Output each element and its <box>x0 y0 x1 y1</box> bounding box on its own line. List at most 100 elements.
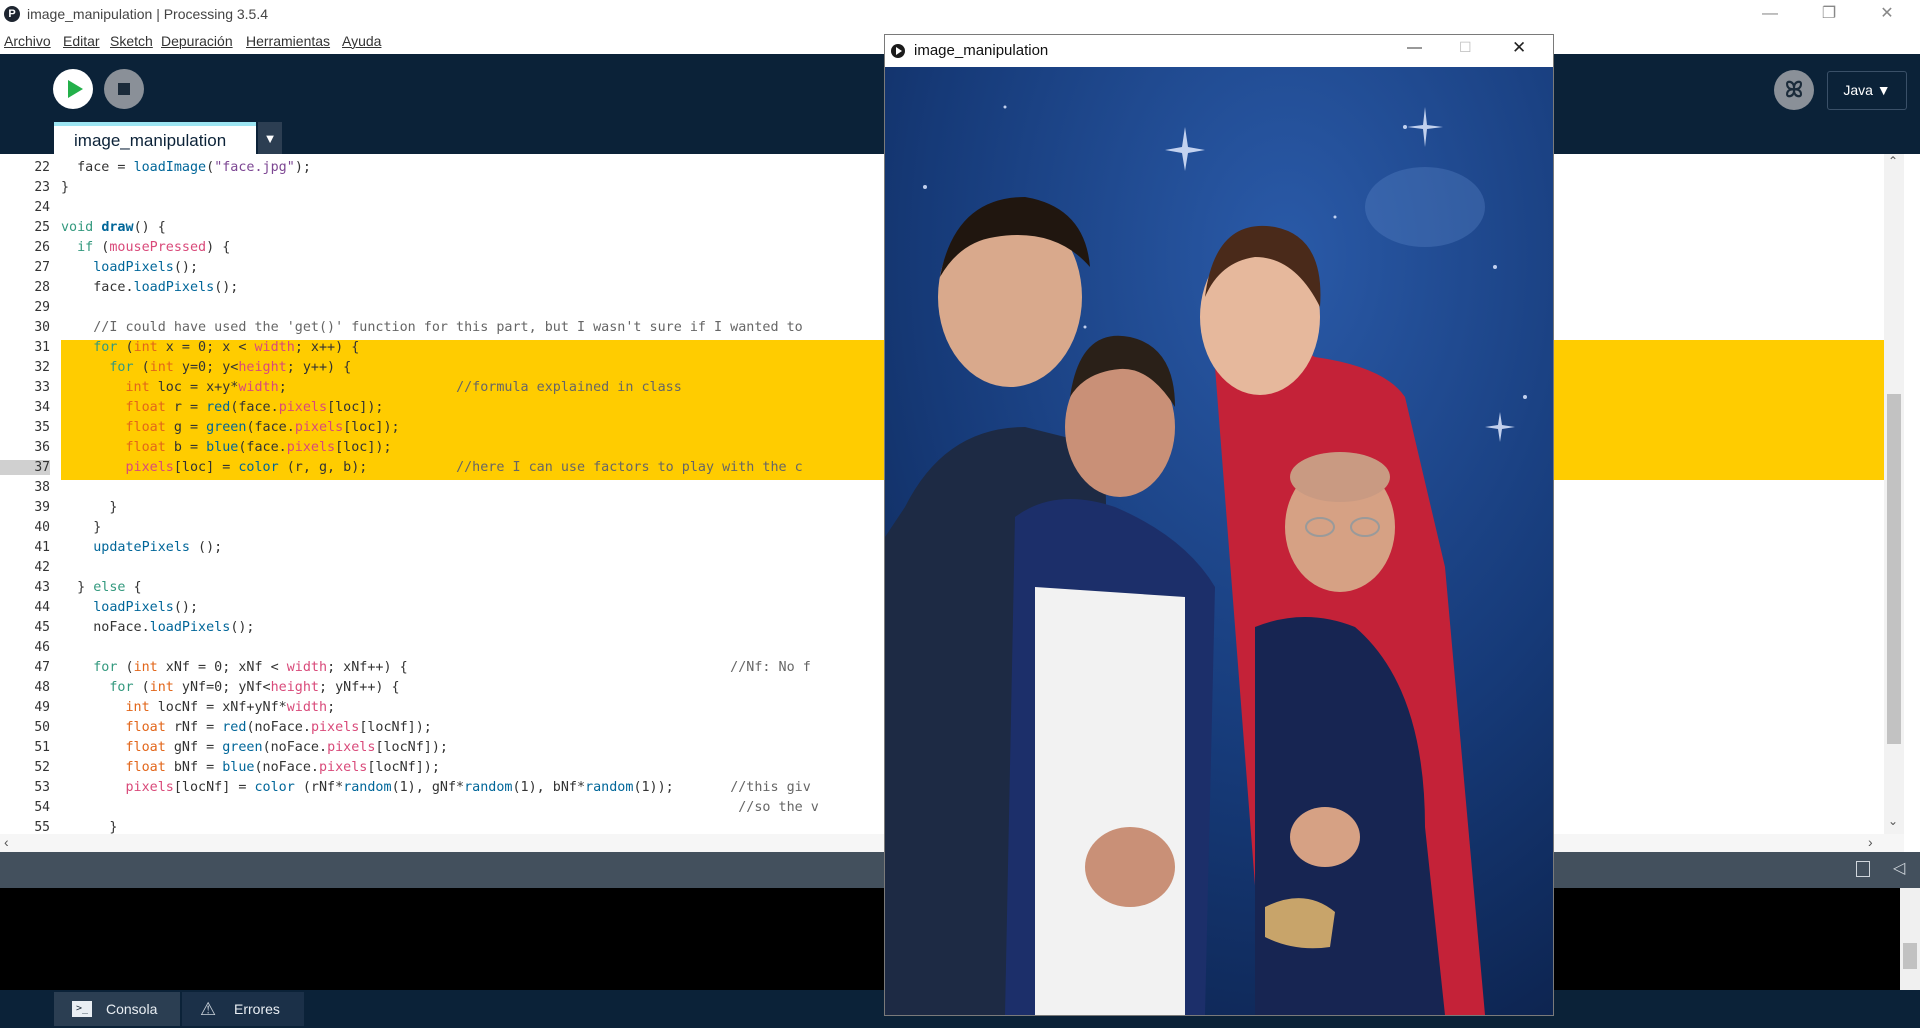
scrollbar-thumb[interactable] <box>1887 394 1901 744</box>
menu-editar[interactable]: Editar <box>63 33 100 49</box>
line-number: 46 <box>34 640 50 655</box>
line-number: 35 <box>34 420 50 435</box>
line-number: 36 <box>34 440 50 455</box>
code-line: } else { <box>61 580 142 595</box>
play-icon <box>68 80 83 98</box>
code-line: } <box>61 820 118 834</box>
minimize-icon[interactable]: — <box>1755 4 1785 24</box>
code-line: } <box>61 180 70 195</box>
line-number: 49 <box>34 700 50 715</box>
line-number: 25 <box>34 220 50 235</box>
chevron-down-icon: ▼ <box>263 131 277 146</box>
code-line: updatePixels (); <box>93 540 223 555</box>
restore-icon[interactable]: ❐ <box>1814 4 1844 24</box>
collapse-console-icon[interactable]: ◁ <box>1893 858 1905 878</box>
code-line: float rNf = red(noFace.pixels[locNf]); <box>125 720 432 735</box>
line-number-current: 37 <box>0 460 50 475</box>
minimize-icon[interactable]: — <box>1407 39 1422 56</box>
copy-icon[interactable] <box>1856 861 1870 877</box>
code-line: float bNf = blue(noFace.pixels[locNf]); <box>125 760 440 775</box>
tab-image-manipulation[interactable]: image_manipulation <box>54 122 256 155</box>
code-line: float gNf = green(noFace.pixels[locNf]); <box>125 740 449 755</box>
stop-icon <box>118 83 130 95</box>
menu-depuracion[interactable]: Depuración <box>161 33 233 49</box>
line-number: 44 <box>34 600 50 615</box>
code-line: for (int y=0; y<height; y++) { <box>109 360 352 375</box>
line-number: 39 <box>34 500 50 515</box>
line-number: 40 <box>34 520 50 535</box>
scroll-down-icon[interactable]: ⌄ <box>1888 814 1898 828</box>
debugger-button[interactable]: ꕤ <box>1774 70 1814 110</box>
run-button[interactable] <box>53 69 93 109</box>
code-line: } <box>61 500 118 515</box>
menu-herramientas[interactable]: Herramientas <box>246 33 330 49</box>
processing-run-icon <box>891 44 905 58</box>
line-number: 30 <box>34 320 50 335</box>
menu-sketch[interactable]: Sketch <box>110 33 153 49</box>
scroll-left-icon[interactable]: ‹ <box>4 834 9 850</box>
code-comment-line: //so the v <box>738 800 819 815</box>
tab-errores[interactable]: ⚠ Errores <box>182 992 304 1026</box>
sketch-canvas[interactable] <box>885 67 1553 1015</box>
scrollbar-thumb[interactable] <box>1903 943 1917 969</box>
line-number-gutter: 22 23 24 25 26 27 28 29 30 31 32 33 34 3… <box>0 154 54 835</box>
line-number: 29 <box>34 300 50 315</box>
code-line: loadPixels(); <box>93 260 199 275</box>
line-number: 42 <box>34 560 50 575</box>
line-number: 52 <box>34 760 50 775</box>
processing-app-icon: P <box>4 6 20 22</box>
scroll-up-icon[interactable]: ⌃ <box>1888 154 1898 168</box>
console-scrollbar[interactable] <box>1900 888 1920 990</box>
code-line: noFace.loadPixels(); <box>61 620 255 635</box>
line-number: 55 <box>34 820 50 835</box>
code-line: for (int x = 0; x < width; x++) { <box>93 340 360 355</box>
line-number: 33 <box>34 380 50 395</box>
code-line: } <box>61 520 102 535</box>
line-number: 41 <box>34 540 50 555</box>
line-number: 28 <box>34 280 50 295</box>
code-line: pixels[loc] = color (r, g, b); //here I … <box>125 460 803 475</box>
code-line: int loc = x+y*width; //formula explained… <box>125 380 682 395</box>
window-title: image_manipulation | Processing 3.5.4 <box>27 6 269 22</box>
code-line: if (mousePressed) { <box>77 240 231 255</box>
maximize-icon[interactable]: ☐ <box>1459 39 1472 56</box>
line-number: 50 <box>34 720 50 735</box>
mode-selector[interactable]: Java ▼ <box>1827 71 1907 110</box>
code-line: face = loadImage("face.jpg"); <box>61 160 311 175</box>
code-line: for (int xNf = 0; xNf < width; xNf++) { … <box>93 660 811 675</box>
scroll-right-icon[interactable]: › <box>1868 834 1873 850</box>
terminal-icon: >_ <box>72 1001 92 1017</box>
line-number: 23 <box>34 180 50 195</box>
stop-button[interactable] <box>104 69 144 109</box>
code-line: void draw() { <box>61 220 166 235</box>
line-number: 31 <box>34 340 50 355</box>
menu-ayuda[interactable]: Ayuda <box>342 33 381 49</box>
line-number: 32 <box>34 360 50 375</box>
editor-vertical-scrollbar[interactable]: ⌃ ⌄ <box>1884 154 1904 834</box>
code-line: loadPixels(); <box>93 600 199 615</box>
line-number: 24 <box>34 200 50 215</box>
code-line: face.loadPixels(); <box>61 280 239 295</box>
code-line: float g = green(face.pixels[loc]); <box>125 420 400 435</box>
sketch-window-title: image_manipulation <box>914 42 1049 59</box>
line-number: 27 <box>34 260 50 275</box>
close-icon[interactable]: ✕ <box>1512 38 1526 58</box>
tab-consola[interactable]: >_ Consola <box>54 992 180 1026</box>
code-line: float r = red(face.pixels[loc]); <box>125 400 384 415</box>
line-number: 53 <box>34 780 50 795</box>
family-portrait-image <box>885 67 1553 1015</box>
line-number: 38 <box>34 480 50 495</box>
sketch-window[interactable]: image_manipulation — ☐ ✕ <box>884 34 1554 1016</box>
close-icon[interactable]: ✕ <box>1872 4 1902 24</box>
line-number: 54 <box>34 800 50 815</box>
code-line: float b = blue(face.pixels[loc]); <box>125 440 392 455</box>
butterfly-icon: ꕤ <box>1784 77 1804 102</box>
code-line: int locNf = xNf+yNf*width; <box>125 700 336 715</box>
line-number: 22 <box>34 160 50 175</box>
menu-archivo[interactable]: Archivo <box>4 33 51 49</box>
tab-label: Errores <box>234 1001 280 1017</box>
line-number: 26 <box>34 240 50 255</box>
sketch-title-bar: image_manipulation — ☐ ✕ <box>885 35 1553 67</box>
tab-menu-button[interactable]: ▼ <box>258 122 282 155</box>
line-number: 47 <box>34 660 50 675</box>
